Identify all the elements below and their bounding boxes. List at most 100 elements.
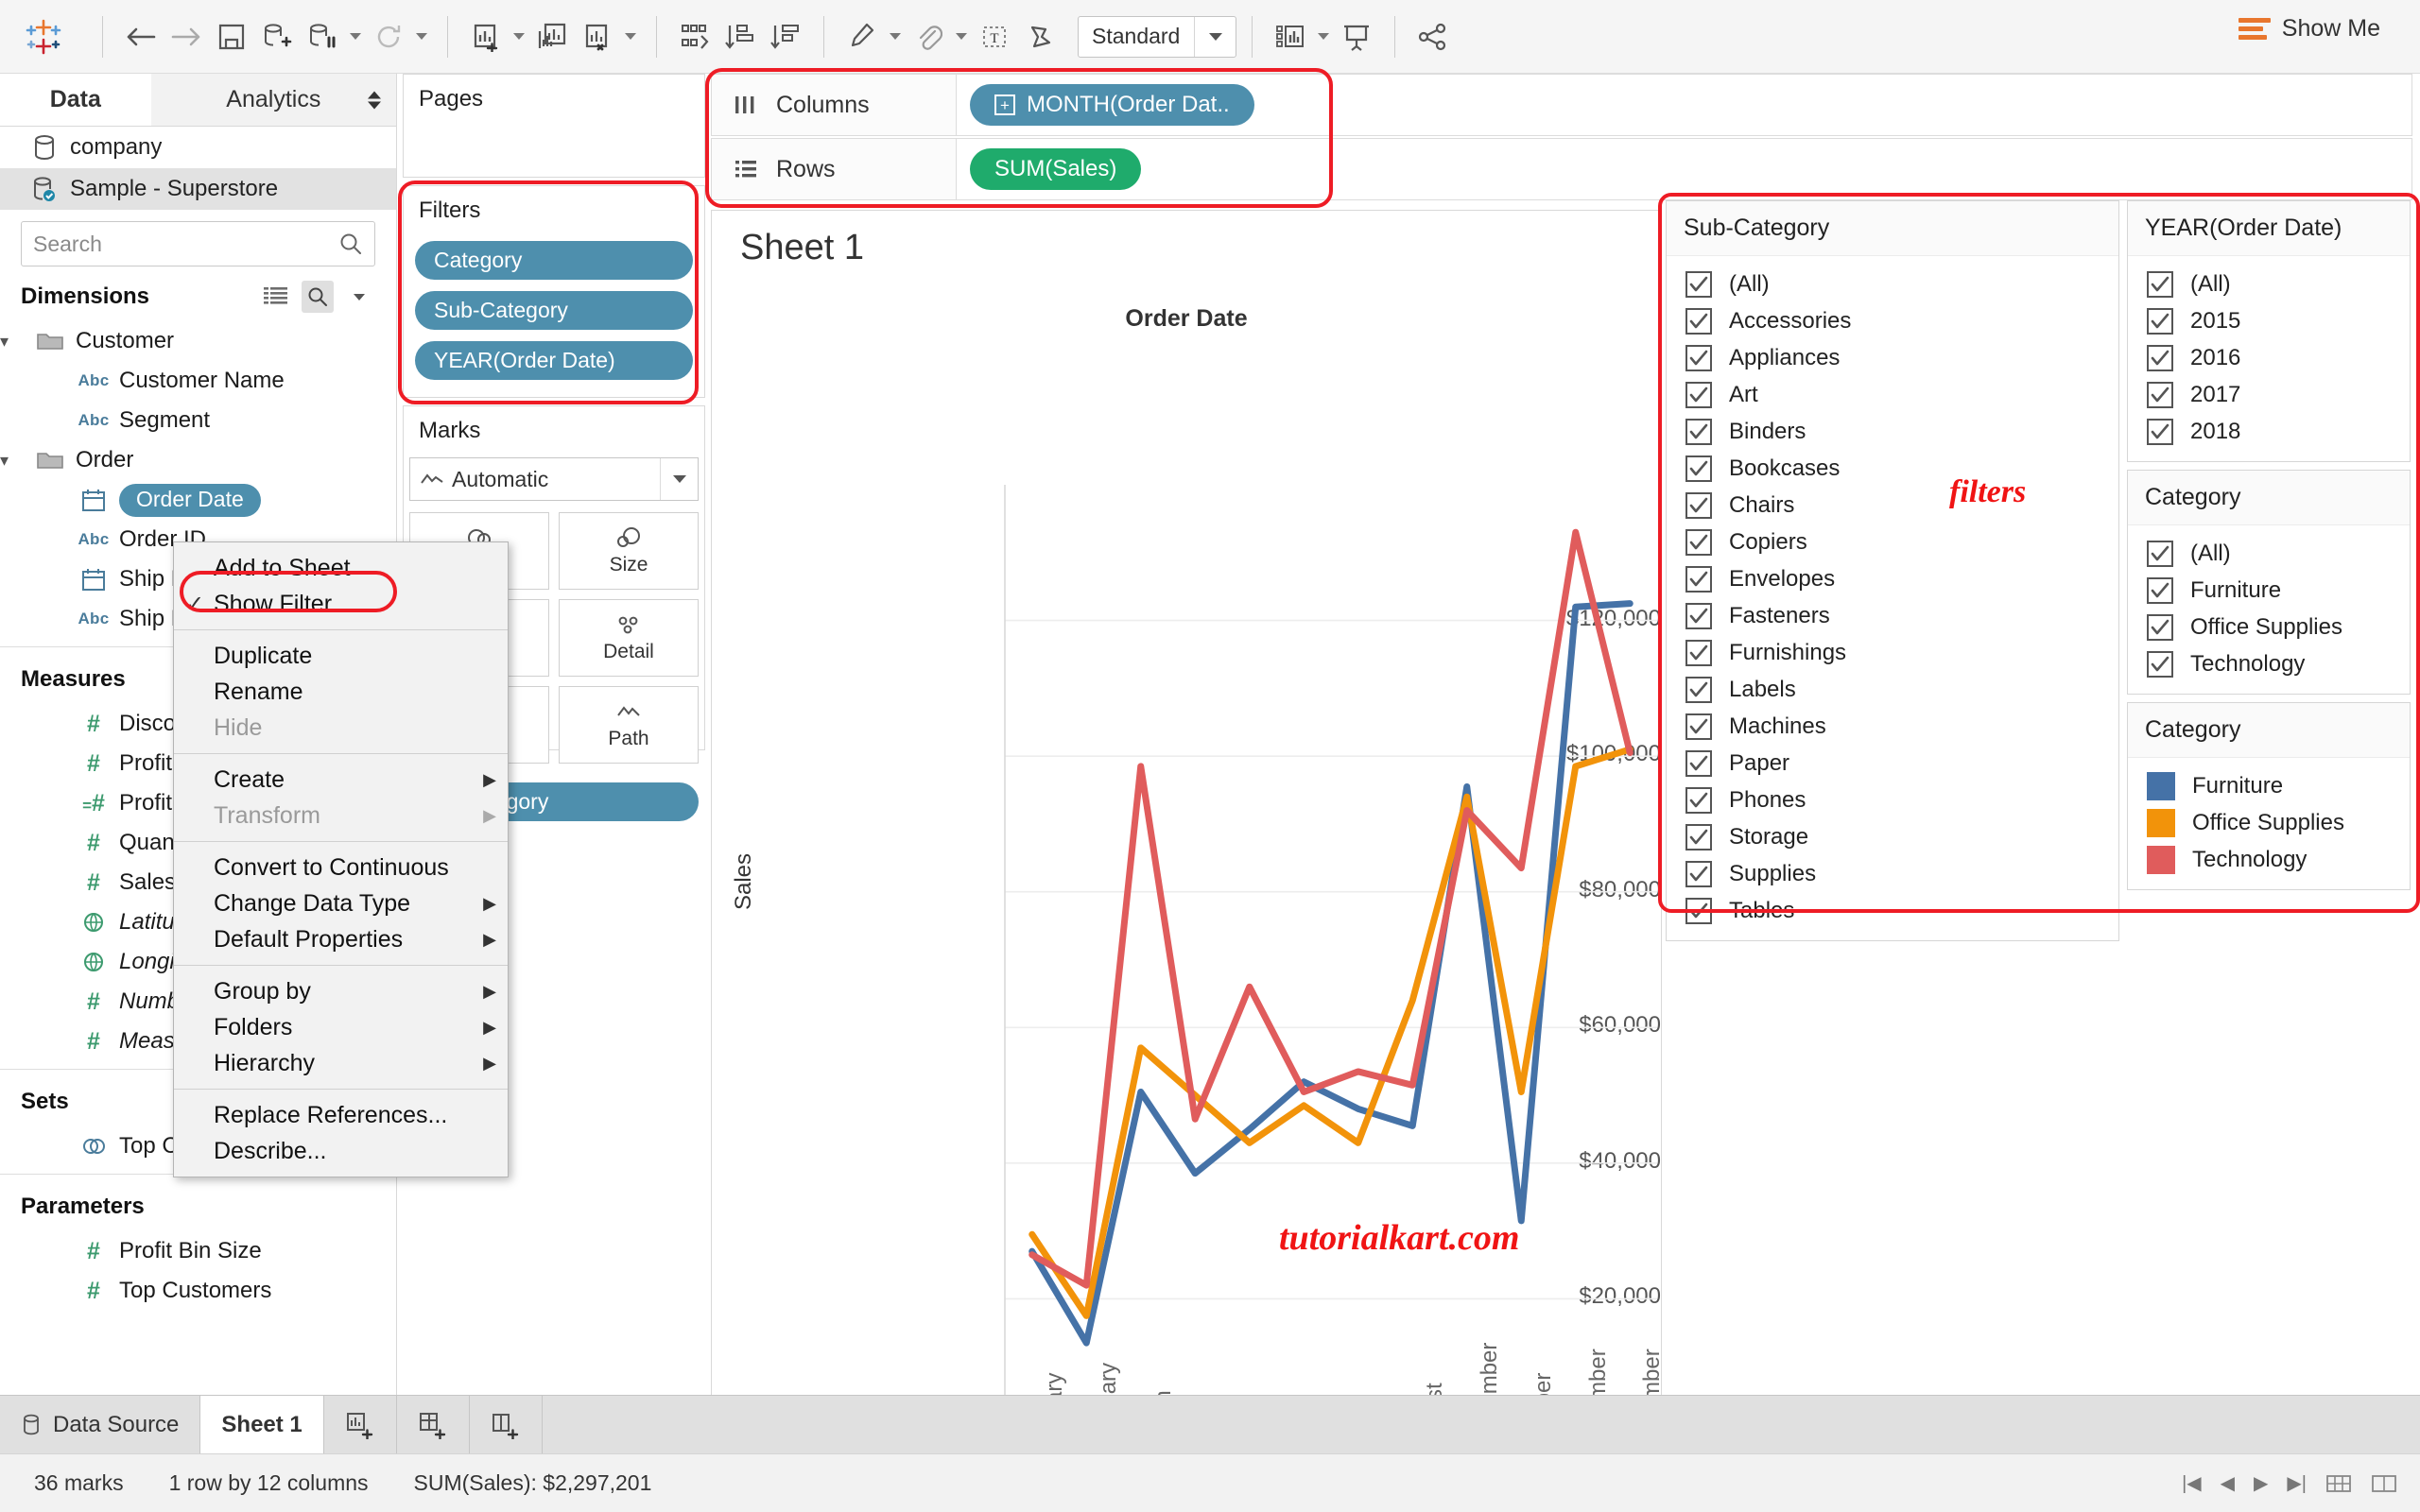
year-filter-item[interactable]: 2018: [2128, 413, 2410, 450]
data-source-dropdown-icon[interactable]: [345, 14, 366, 60]
checkbox-checked[interactable]: [1685, 713, 1712, 740]
filter-pill[interactable]: Sub-Category: [415, 291, 693, 330]
new-data-source-icon[interactable]: [254, 14, 300, 60]
checkbox-checked[interactable]: [2147, 577, 2173, 604]
datasource-company[interactable]: company: [0, 127, 396, 168]
subcategory-filter-item[interactable]: Paper: [1667, 745, 2118, 782]
category-filter-item[interactable]: Office Supplies: [2128, 609, 2410, 645]
marks-type-caret-icon[interactable]: [660, 458, 698, 500]
subcategory-filter-item[interactable]: Art: [1667, 376, 2118, 413]
filter-pill[interactable]: YEAR(Order Date): [415, 341, 693, 380]
parameter-field[interactable]: #Profit Bin Size: [0, 1231, 396, 1271]
tab-data[interactable]: Data: [0, 74, 151, 126]
context-menu-item[interactable]: Default Properties▶: [174, 921, 508, 957]
columns-shelf[interactable]: Columns + MONTH(Order Dat..: [711, 74, 2412, 136]
pause-data-source-icon[interactable]: [300, 14, 345, 60]
rows-pill-sum-sales[interactable]: SUM(Sales): [970, 148, 1141, 190]
category-filter-item[interactable]: (All): [2128, 535, 2410, 572]
context-menu-item[interactable]: Duplicate: [174, 638, 508, 674]
share-icon[interactable]: [1410, 14, 1456, 60]
attachment-dropdown-icon[interactable]: [951, 14, 972, 60]
checkbox-checked[interactable]: [2147, 271, 2173, 298]
checkbox-checked[interactable]: [1685, 308, 1712, 335]
checkbox-checked[interactable]: [2147, 651, 2173, 678]
subcategory-filter-item[interactable]: Copiers: [1667, 524, 2118, 560]
save-icon[interactable]: [209, 14, 254, 60]
checkbox-checked[interactable]: [1685, 861, 1712, 887]
checkbox-checked[interactable]: [2147, 345, 2173, 371]
checkbox-checked[interactable]: [1685, 750, 1712, 777]
marks-detail-button[interactable]: Detail: [559, 599, 699, 677]
context-menu-item[interactable]: Hierarchy▶: [174, 1045, 508, 1081]
legend-dropdown-icon[interactable]: [1313, 14, 1334, 60]
dimensions-menu-icon[interactable]: [343, 281, 375, 313]
context-menu-item[interactable]: Rename: [174, 674, 508, 710]
search-input[interactable]: Search: [21, 221, 375, 266]
attachment-icon[interactable]: [906, 14, 951, 60]
checkbox-checked[interactable]: [1685, 787, 1712, 814]
fit-mode-caret-icon[interactable]: [1194, 17, 1236, 57]
show-me-button[interactable]: Show Me: [2238, 15, 2380, 43]
layout-toggle-icon[interactable]: [2371, 1472, 2397, 1495]
subcategory-filter-item[interactable]: Binders: [1667, 413, 2118, 450]
category-filter-item[interactable]: Technology: [2128, 645, 2410, 682]
clear-sheet-dropdown-icon[interactable]: [620, 14, 641, 60]
checkbox-checked[interactable]: [2147, 541, 2173, 567]
context-menu-item[interactable]: Add to Sheet: [174, 550, 508, 586]
checkbox-checked[interactable]: [1685, 345, 1712, 371]
new-story-button[interactable]: [470, 1396, 543, 1453]
subcategory-filter-item[interactable]: Phones: [1667, 782, 2118, 818]
context-menu-item[interactable]: Convert to Continuous: [174, 850, 508, 885]
columns-pill-month-order-date[interactable]: + MONTH(Order Dat..: [970, 84, 1254, 126]
filters-dropzone[interactable]: Category Sub-Category YEAR(Order Date): [404, 230, 704, 399]
text-box-icon[interactable]: T: [972, 14, 1017, 60]
dimension-field[interactable]: Order Date: [0, 480, 396, 520]
year-filter-item[interactable]: 2015: [2128, 302, 2410, 339]
swap-rows-columns-icon[interactable]: [672, 14, 717, 60]
context-menu-item[interactable]: Group by▶: [174, 973, 508, 1009]
datasource-sample-superstore[interactable]: Sample - Superstore: [0, 168, 396, 210]
grid-view-icon[interactable]: [260, 281, 292, 313]
subcategory-filter-item[interactable]: Tables: [1667, 892, 2118, 929]
subcategory-filter-item[interactable]: Labels: [1667, 671, 2118, 708]
year-filter-item[interactable]: (All): [2128, 266, 2410, 302]
category-legend-item[interactable]: Technology: [2128, 841, 2410, 878]
new-dashboard-button[interactable]: [397, 1396, 470, 1453]
add-sheet-dropdown-icon[interactable]: [509, 14, 529, 60]
context-menu-item[interactable]: Folders▶: [174, 1009, 508, 1045]
checkbox-checked[interactable]: [1685, 898, 1712, 924]
checkbox-checked[interactable]: [2147, 614, 2173, 641]
pages-dropzone[interactable]: [404, 118, 704, 175]
last-page-icon[interactable]: ▶|: [2287, 1471, 2307, 1495]
context-menu-item[interactable]: Describe...: [174, 1133, 508, 1169]
fit-icon[interactable]: [1017, 14, 1063, 60]
checkbox-checked[interactable]: [1685, 677, 1712, 703]
filter-pill[interactable]: Category: [415, 241, 693, 280]
year-filter-item[interactable]: 2017: [2128, 376, 2410, 413]
next-page-icon[interactable]: ▶: [2254, 1471, 2268, 1495]
subcategory-filter-item[interactable]: Fasteners: [1667, 597, 2118, 634]
subcategory-filter-item[interactable]: (All): [1667, 266, 2118, 302]
highlight-dropdown-icon[interactable]: [885, 14, 906, 60]
first-page-icon[interactable]: |◀: [2182, 1471, 2202, 1495]
folder-chevron-icon[interactable]: ▾: [0, 451, 25, 471]
subcategory-filter-item[interactable]: Furnishings: [1667, 634, 2118, 671]
year-filter-item[interactable]: 2016: [2128, 339, 2410, 376]
checkbox-checked[interactable]: [1685, 455, 1712, 482]
sort-descending-icon[interactable]: [763, 14, 808, 60]
checkbox-checked[interactable]: [1685, 419, 1712, 445]
checkbox-checked[interactable]: [1685, 603, 1712, 629]
sheet1-tab[interactable]: Sheet 1: [200, 1396, 323, 1453]
dimension-field[interactable]: ▾Customer: [0, 321, 396, 361]
context-menu-item[interactable]: ✓Show Filter: [174, 586, 508, 622]
highlight-icon[interactable]: [839, 14, 885, 60]
dimension-order-date-selected[interactable]: Order Date: [119, 484, 261, 517]
checkbox-checked[interactable]: [2147, 308, 2173, 335]
context-menu-item[interactable]: Change Data Type▶: [174, 885, 508, 921]
dimension-field[interactable]: AbcCustomer Name: [0, 361, 396, 401]
new-worksheet-button[interactable]: [324, 1396, 397, 1453]
line-chart-plot[interactable]: [712, 211, 1663, 1400]
subcategory-filter-item[interactable]: Envelopes: [1667, 560, 2118, 597]
checkbox-checked[interactable]: [1685, 566, 1712, 593]
show-legend-icon[interactable]: [1268, 14, 1313, 60]
